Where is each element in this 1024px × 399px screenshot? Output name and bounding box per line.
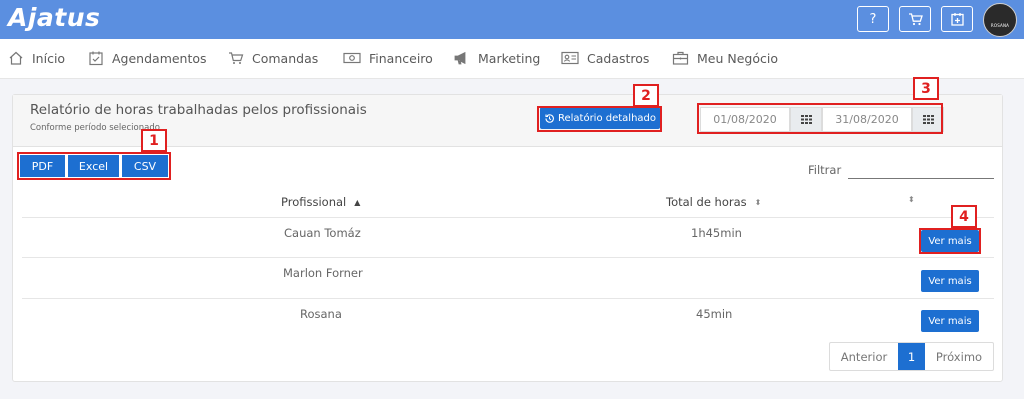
sort-both-icon: ⬍ bbox=[908, 195, 915, 204]
nav-item-label: Meu Negócio bbox=[697, 50, 778, 66]
annotation-box-3 bbox=[697, 103, 943, 134]
annotation-tag-3: 3 bbox=[913, 77, 939, 100]
nav-item-label: Cadastros bbox=[587, 50, 650, 66]
id-card-icon bbox=[561, 51, 579, 65]
nav-item-label: Início bbox=[32, 50, 66, 66]
megaphone-icon bbox=[454, 51, 466, 65]
cell-profissional: Cauan Tomáz bbox=[284, 226, 361, 240]
annotation-tag-2: 2 bbox=[633, 84, 659, 107]
nav-item-marketing[interactable]: Marketing bbox=[453, 50, 540, 66]
nav-item-label: Financeiro bbox=[369, 50, 433, 66]
cell-profissional: Marlon Forner bbox=[283, 266, 363, 280]
annotation-tag-4: 4 bbox=[951, 205, 977, 228]
cart-icon bbox=[229, 52, 244, 64]
annotation-tag-1: 1 bbox=[141, 129, 167, 152]
nav-item-agendamentos[interactable]: Agendamentos bbox=[88, 50, 207, 66]
cell-profissional: Rosana bbox=[300, 307, 342, 321]
cart-button[interactable] bbox=[899, 6, 931, 32]
column-header-total-horas[interactable]: Total de horas ⬍ bbox=[666, 195, 761, 209]
cell-total-horas: 1h45min bbox=[691, 226, 742, 240]
annotation-box-2 bbox=[537, 106, 662, 132]
nav-item-comandas[interactable]: Comandas bbox=[228, 50, 318, 66]
briefcase-icon bbox=[672, 51, 689, 65]
home-icon bbox=[9, 51, 23, 65]
pagination-prev[interactable]: Anterior bbox=[830, 343, 898, 370]
page-title: Relatório de horas trabalhadas pelos pro… bbox=[30, 102, 367, 118]
pagination-page-1[interactable]: 1 bbox=[898, 343, 925, 370]
avatar-label: ROSANA bbox=[990, 22, 1010, 28]
nav-item-cadastros[interactable]: Cadastros bbox=[561, 50, 649, 66]
ver-mais-button[interactable]: Ver mais bbox=[921, 270, 979, 292]
nav-item-meu-negocio[interactable]: Meu Negócio bbox=[672, 50, 778, 66]
sort-asc-icon: ▲ bbox=[354, 197, 361, 207]
money-icon bbox=[343, 52, 361, 64]
main-nav: Início Agendamentos Comandas Financeiro … bbox=[0, 39, 1024, 79]
row-divider bbox=[22, 257, 994, 258]
pagination: Anterior 1 Próximo bbox=[829, 342, 994, 371]
nav-item-financeiro[interactable]: Financeiro bbox=[343, 50, 433, 66]
calendar-add-icon bbox=[950, 13, 964, 26]
avatar[interactable]: ROSANA bbox=[983, 3, 1017, 37]
calendar-check-icon bbox=[89, 51, 103, 66]
column-header-label: Profissional bbox=[281, 195, 347, 209]
row-divider bbox=[22, 298, 994, 299]
nav-item-inicio[interactable]: Início bbox=[8, 50, 65, 66]
nav-item-label: Marketing bbox=[478, 50, 541, 66]
cart-icon bbox=[908, 12, 923, 25]
annotation-box-4 bbox=[919, 228, 981, 254]
help-button[interactable]: ? bbox=[857, 6, 889, 32]
column-header-actions[interactable]: ⬍ bbox=[900, 195, 915, 204]
annotation-box-1 bbox=[17, 152, 171, 180]
app-logo[interactable]: Ajatus bbox=[8, 3, 100, 32]
row-divider bbox=[22, 217, 994, 218]
column-header-profissional[interactable]: Profissional ▲ bbox=[281, 195, 360, 209]
ver-mais-button[interactable]: Ver mais bbox=[921, 310, 979, 332]
filter-label: Filtrar bbox=[808, 163, 842, 177]
top-bar: Ajatus ? ROSANA bbox=[0, 0, 1024, 39]
nav-item-label: Comandas bbox=[252, 50, 319, 66]
calendar-add-button[interactable] bbox=[941, 6, 973, 32]
column-header-label: Total de horas bbox=[666, 195, 747, 209]
pagination-next[interactable]: Próximo bbox=[925, 343, 993, 370]
sort-both-icon: ⬍ bbox=[754, 197, 762, 207]
nav-item-label: Agendamentos bbox=[112, 50, 207, 66]
cell-total-horas: 45min bbox=[696, 307, 733, 321]
filter-input[interactable] bbox=[848, 161, 994, 179]
